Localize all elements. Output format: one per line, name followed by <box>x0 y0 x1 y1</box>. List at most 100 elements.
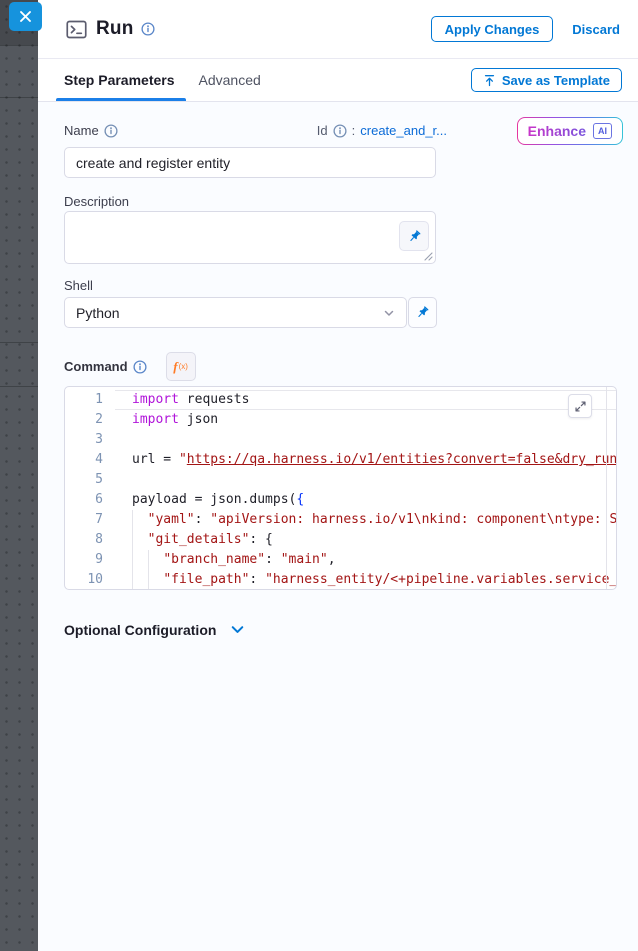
line-number: 5 <box>65 470 115 490</box>
tab-step-parameters[interactable]: Step Parameters <box>64 72 175 88</box>
expand-editor-button[interactable] <box>568 394 592 418</box>
tabs-bar: Step Parameters Advanced Save as Templat… <box>38 59 638 102</box>
code-token: "branch_name" <box>163 552 265 567</box>
info-icon[interactable] <box>104 124 118 138</box>
close-drawer-button[interactable] <box>9 2 42 31</box>
line-number: 4 <box>65 450 115 470</box>
shell-type-selector-button[interactable] <box>408 297 437 328</box>
code-line[interactable]: 1 import requests <box>65 390 616 410</box>
line-number: 6 <box>65 490 115 510</box>
drawer-header: Run Apply Changes Discard <box>38 0 638 59</box>
code-line[interactable]: 3 <box>65 430 616 450</box>
code-token: : { <box>249 532 272 547</box>
info-icon[interactable] <box>133 360 147 374</box>
code-token: import <box>132 392 179 407</box>
pin-icon <box>415 305 430 320</box>
code-line[interactable]: 6 payload = json.dumps({ <box>65 490 616 510</box>
expression-fx-button[interactable]: f(x) <box>166 352 196 381</box>
command-label: Command <box>64 359 128 374</box>
id-label: Id <box>317 123 328 138</box>
code-token: "main" <box>281 552 328 567</box>
chevron-down-icon <box>229 621 246 638</box>
code-line[interactable]: 4 url = "https://qa.harness.io/v1/entitie… <box>65 450 616 470</box>
description-type-selector-button[interactable] <box>399 221 429 251</box>
pin-icon <box>407 229 422 244</box>
code-token: import <box>132 412 179 427</box>
id-separator: : <box>352 123 356 138</box>
indent-guide <box>132 510 133 530</box>
enhance-ai-button[interactable]: Enhance AI <box>517 117 623 145</box>
code-token: requests <box>179 392 249 407</box>
step-id-value: create_and_r... <box>360 123 447 138</box>
command-editor-lines: 1import requests2import json34url = "htt… <box>65 390 616 589</box>
line-number: 10 <box>65 570 115 590</box>
code-line[interactable]: 8 "git_details": { <box>65 530 616 550</box>
code-token: "apiVersion: harness.io/v1\nkind: compon… <box>210 512 616 527</box>
canvas-divider <box>0 386 38 387</box>
close-icon <box>19 10 32 23</box>
fx-f: f <box>173 359 177 375</box>
code-token: , <box>328 552 336 567</box>
code-token: https://qa.harness.io/v1/entities?conver… <box>187 452 616 467</box>
code-token: { <box>296 492 304 507</box>
code-line[interactable]: 7 "yaml": "apiVersion: harness.io/v1\nki… <box>65 510 616 530</box>
line-number: 1 <box>65 390 115 410</box>
indent-guide <box>148 550 149 570</box>
shell-select[interactable]: Python <box>64 297 407 328</box>
chevron-down-icon <box>382 306 396 320</box>
line-number: 9 <box>65 550 115 570</box>
code-token: "yaml" <box>148 512 195 527</box>
code-token: : <box>195 512 211 527</box>
canvas-divider <box>0 342 38 343</box>
code-token: "git_details" <box>148 532 250 547</box>
upload-icon <box>483 74 496 87</box>
save-as-template-button[interactable]: Save as Template <box>471 68 622 92</box>
command-code-editor[interactable]: 1import requests2import json34url = "htt… <box>64 386 617 590</box>
page-title: Run <box>96 18 134 40</box>
code-token: "harness_entity/<+pipeline.variables.ser… <box>265 572 616 587</box>
editor-ruler <box>606 387 607 589</box>
active-tab-underline <box>56 98 186 101</box>
code-token: : <box>265 552 281 567</box>
step-config-drawer: Run Apply Changes Discard Step Parameter… <box>38 0 638 951</box>
code-token <box>132 512 148 527</box>
indent-guide <box>148 570 149 590</box>
step-parameters-panel: Name Id : create_and_r... <box>38 102 638 951</box>
pipeline-canvas-backdrop: Run Apply Changes Discard Step Parameter… <box>0 0 638 951</box>
name-input[interactable] <box>64 147 436 178</box>
resize-handle[interactable] <box>424 252 433 261</box>
expand-icon <box>574 400 587 413</box>
code-token <box>132 532 148 547</box>
name-label: Name <box>64 123 99 138</box>
ai-badge: AI <box>593 123 612 139</box>
code-token: url = <box>132 452 179 467</box>
save-as-template-label: Save as Template <box>502 73 610 88</box>
code-line[interactable]: 9 "branch_name": "main", <box>65 550 616 570</box>
code-line[interactable]: 10 "file_path": "harness_entity/<+pipeli… <box>65 570 616 590</box>
indent-guide <box>132 550 133 570</box>
code-token: payload = json.dumps( <box>132 492 296 507</box>
line-number: 7 <box>65 510 115 530</box>
fx-sub: (x) <box>179 362 188 371</box>
info-icon[interactable] <box>333 124 347 138</box>
info-icon[interactable] <box>141 22 155 36</box>
code-line[interactable]: 2import json <box>65 410 616 430</box>
description-textarea[interactable] <box>64 211 436 264</box>
line-number: 2 <box>65 410 115 430</box>
canvas-divider <box>0 45 38 46</box>
line-number: 8 <box>65 530 115 550</box>
indent-guide <box>132 570 133 590</box>
line-number: 3 <box>65 430 115 450</box>
code-token: : <box>249 572 265 587</box>
indent-guide <box>132 530 133 550</box>
enhance-label: Enhance <box>528 123 586 139</box>
optional-configuration-label: Optional Configuration <box>64 622 216 638</box>
terminal-icon <box>66 19 87 40</box>
code-token: " <box>179 452 187 467</box>
tab-advanced[interactable]: Advanced <box>199 72 261 88</box>
code-line[interactable]: 5 <box>65 470 616 490</box>
shell-label: Shell <box>64 278 93 293</box>
optional-configuration-toggle[interactable]: Optional Configuration <box>64 621 246 638</box>
discard-button[interactable]: Discard <box>572 22 620 37</box>
apply-changes-button[interactable]: Apply Changes <box>431 16 554 42</box>
